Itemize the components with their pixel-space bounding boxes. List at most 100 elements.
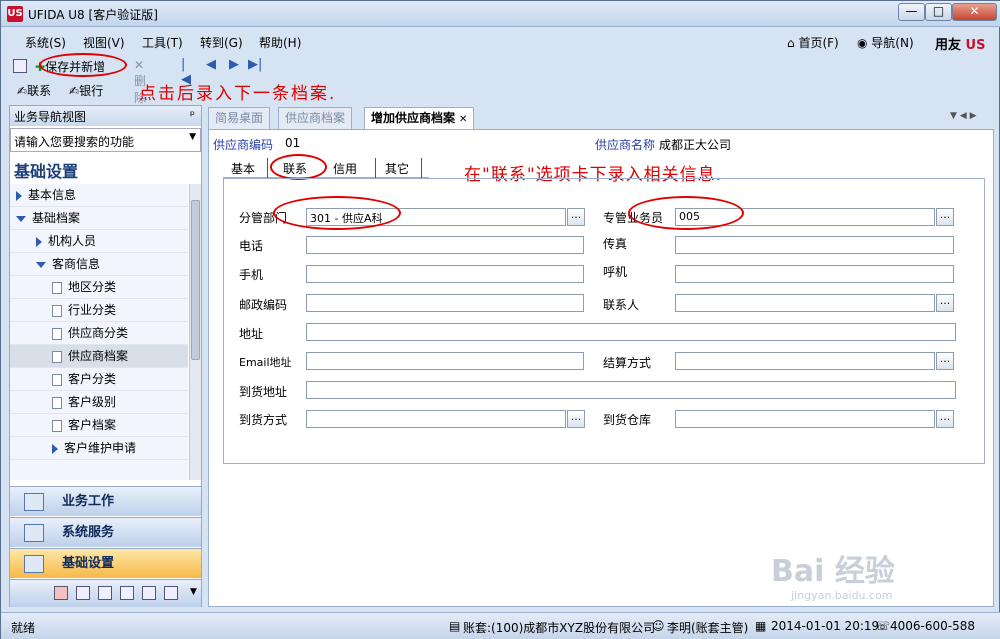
deliv-addr-field[interactable] [306,381,956,399]
annotation-save-note: 点击后录入下一条档案. [139,84,337,104]
function-search-input[interactable]: 请输入您要搜索的功能 ▼ [10,128,201,152]
deliv-wh-ref-button[interactable]: ... [936,410,954,428]
tab-supplier-archive[interactable]: 供应商档案 [278,107,353,129]
home-link[interactable]: ⌂ 首页(F) [787,34,839,51]
dropdown-arrow-icon[interactable]: ▼ [190,587,197,597]
red-app-icon[interactable] [54,586,68,600]
dropdown-arrow-icon[interactable]: ▼ [189,132,196,142]
chart-icon [24,493,44,511]
sidebar: 业务导航视图 ᵖ 请输入您要搜索的功能 ▼ 基础设置 基本信息 基础档案 机构人… [9,105,202,607]
menu-view[interactable]: 视图(V) [83,34,125,51]
menu-tools[interactable]: 工具(T) [142,34,183,51]
contact-button[interactable]: ✍联系 [17,82,51,99]
menu-system[interactable]: 系统(S) [25,34,66,51]
tree-item-region-class[interactable]: 地区分类 [10,276,188,299]
annotation-circle-contact [270,154,327,180]
nav-system-label: 系统服务 [62,525,115,540]
pager-field[interactable] [675,265,954,283]
staff-ref-button[interactable]: ... [936,208,954,226]
subtab-credit[interactable]: 信用 [333,160,357,177]
minimize-button[interactable]: — [898,3,925,21]
tab-scroll-arrows-icon[interactable]: ▼ ◀ ▶ [950,111,977,121]
address-field[interactable] [306,323,956,341]
subtab-divider [267,158,268,178]
contact-ref-button[interactable]: ... [936,294,954,312]
table-icon[interactable] [98,586,112,600]
tab-simple-desktop[interactable]: 简易桌面 [208,107,271,129]
email-field[interactable] [306,352,584,370]
tree-item-supplier-class[interactable]: 供应商分类 [10,322,188,345]
nav-business-work[interactable]: 业务工作 [10,486,201,516]
contact-person-field[interactable] [675,294,935,312]
document-icon [52,304,62,317]
image-icon[interactable] [164,586,178,600]
main-panel: 简易桌面 供应商档案 增加供应商档案 ✕ ▼ ◀ ▶ 供应商编码 01 供应商名称… [208,107,994,607]
contact-person-label: 联系人 [603,298,640,312]
tab-add-supplier[interactable]: 增加供应商档案 ✕ [364,107,475,130]
tree-item-customer-level[interactable]: 客户级别 [10,391,188,414]
dept-ref-button[interactable]: ... [567,208,585,226]
tree-label: 基本信息 [28,188,77,202]
sidebar-header: 业务导航视图 ᵖ [10,106,201,126]
bank-button[interactable]: ✍银行 [69,82,103,99]
tree-label: 客户档案 [68,418,117,432]
expand-arrow-icon[interactable] [16,190,22,201]
phone-icon: ☏ [875,619,891,633]
nav-link[interactable]: ◉ 导航(N) [857,34,914,51]
home-label: 首页(F) [798,36,839,50]
tree-item-basic-archive[interactable]: 基础档案 [10,207,188,230]
settle-ref-button[interactable]: ... [936,352,954,370]
contact-panel: 分管部门 301 - 供应A科 ... 专管业务员 005 ... 电话 传真 … [223,178,985,464]
menu-goto[interactable]: 转到(G) [200,34,243,51]
settle-field[interactable] [675,352,935,370]
collapse-arrow-icon[interactable] [16,215,26,222]
close-button[interactable]: ✕ [952,3,997,21]
deliv-method-ref-button[interactable]: ... [567,410,585,428]
subtab-other[interactable]: 其它 [385,160,409,177]
tree-item-customer-supplier[interactable]: 客商信息 [10,253,188,276]
expand-arrow-icon[interactable] [36,236,42,247]
last-record-icon[interactable]: ▶| [248,57,262,72]
next-record-icon[interactable]: ▶ [229,57,239,72]
tree-label: 客户维护申请 [64,441,137,455]
tree-item-customer-class[interactable]: 客户分类 [10,368,188,391]
tree-item-supplier-archive[interactable]: 供应商档案 [10,345,188,368]
expand-arrow-icon[interactable] [52,443,58,454]
nav-system-service[interactable]: 系统服务 [10,517,201,547]
document-icon [52,373,62,386]
prev-record-icon[interactable]: ◀ [206,57,216,72]
org-chart-icon[interactable] [120,586,134,600]
tree-item-customer-request[interactable]: 客户维护申请 [10,437,188,460]
tree-item-industry-class[interactable]: 行业分类 [10,299,188,322]
deliv-method-field[interactable] [306,410,566,428]
mobile-field[interactable] [306,265,584,283]
mobile-label: 手机 [239,268,264,282]
zip-label: 邮政编码 [239,298,288,312]
deliv-wh-field[interactable] [675,410,935,428]
copy-icon[interactable] [142,586,156,600]
collapse-arrow-icon[interactable] [36,261,46,268]
title-bar: US UFIDA U8 [客户验证版] — □ ✕ [1,1,1000,27]
tools-icon[interactable] [76,586,90,600]
scrollbar-thumb[interactable] [191,200,200,360]
deliv-addr-label: 到货地址 [239,385,288,399]
tree-item-customer-archive[interactable]: 客户档案 [10,414,188,437]
tree-item-org-staff[interactable]: 机构人员 [10,230,188,253]
tab-close-icon[interactable]: ✕ [459,114,467,125]
settings-icon [24,555,44,573]
subtab-basic[interactable]: 基本 [231,160,255,177]
tree-label: 基础档案 [32,211,81,225]
document-icon [52,350,62,363]
disk-icon[interactable] [13,58,27,73]
pin-icon[interactable]: ᵖ [190,108,195,122]
document-icon [52,281,62,294]
tree-item-basic-info[interactable]: 基本信息 [10,184,188,207]
menu-help[interactable]: 帮助(H) [259,34,301,51]
maximize-button[interactable]: □ [925,3,952,21]
nav-basic-settings[interactable]: 基础设置 [10,548,201,578]
fax-field[interactable] [675,236,954,254]
document-icon [52,396,62,409]
tree-scrollbar[interactable] [189,184,201,480]
zip-field[interactable] [306,294,584,312]
phone-field[interactable] [306,236,584,254]
